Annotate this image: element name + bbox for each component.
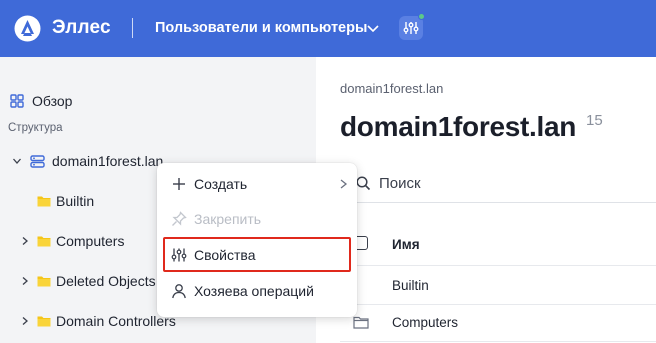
sidebar-item-overview-label: Обзор xyxy=(32,93,73,109)
folder-icon xyxy=(37,236,51,247)
tree-item-computers[interactable]: Computers xyxy=(20,233,124,249)
grid-icon xyxy=(10,94,24,108)
menu-item-label: Закрепить xyxy=(194,211,262,227)
column-header-name[interactable]: Имя xyxy=(392,237,420,252)
menu-item-label: Создать xyxy=(194,176,248,192)
search-input[interactable]: Поиск xyxy=(356,175,421,192)
search-underline xyxy=(340,202,656,203)
status-indicator xyxy=(418,13,425,20)
chevron-right-icon[interactable] xyxy=(20,236,30,246)
row-divider xyxy=(340,304,656,305)
tree-item-label: Domain Controllers xyxy=(56,313,176,329)
chevron-right-icon xyxy=(340,179,348,189)
tree-item-domain-controllers[interactable]: Domain Controllers xyxy=(20,313,176,329)
row-divider xyxy=(340,265,656,266)
user-icon xyxy=(172,284,186,299)
module-selector-label[interactable]: Пользователи и компьютеры xyxy=(155,20,367,36)
app-logo-icon[interactable] xyxy=(14,15,41,42)
pin-icon xyxy=(172,211,187,226)
tree-item-label: Builtin xyxy=(56,193,95,209)
sliders-icon xyxy=(403,22,419,34)
context-menu: Создать Закрепить Свойства Хозяева опера… xyxy=(157,163,357,317)
chevron-down-icon[interactable] xyxy=(366,21,380,35)
folder-icon xyxy=(37,276,51,287)
sidebar-item-overview[interactable]: Обзор xyxy=(10,93,72,109)
main-panel: domain1forest.lan domain1forest.lan 15 П… xyxy=(316,57,656,343)
tree-item-label: Deleted Objects xyxy=(56,273,156,289)
page-title: domain1forest.lan xyxy=(340,111,577,142)
plus-icon xyxy=(173,178,185,190)
menu-item-label: Хозяева операций xyxy=(194,283,314,299)
tree-item-deleted-objects[interactable]: Deleted Objects xyxy=(20,273,156,289)
search-placeholder: Поиск xyxy=(379,175,421,192)
row-divider xyxy=(340,341,656,342)
menu-item-operation-masters[interactable]: Хозяева операций xyxy=(157,274,357,308)
highlight-box xyxy=(163,237,351,272)
folder-icon xyxy=(37,196,51,207)
search-icon xyxy=(356,176,371,191)
folder-icon xyxy=(37,316,51,327)
tree-item-domain[interactable]: domain1forest.lan xyxy=(12,153,163,169)
menu-item-pin[interactable]: Закрепить xyxy=(157,202,357,236)
app-header: Эллес Пользователи и компьютеры xyxy=(0,0,656,57)
header-divider xyxy=(132,18,133,38)
chevron-right-icon[interactable] xyxy=(20,276,30,286)
domain-icon xyxy=(30,154,45,168)
app-name[interactable]: Эллес xyxy=(52,17,111,39)
table-row[interactable]: Computers xyxy=(392,315,458,330)
chevron-down-icon[interactable] xyxy=(12,156,22,166)
chevron-right-icon[interactable] xyxy=(20,316,30,326)
object-count-badge: 15 xyxy=(586,112,603,129)
structure-heading: Структура xyxy=(8,122,63,134)
breadcrumb[interactable]: domain1forest.lan xyxy=(340,81,443,96)
table-row[interactable]: Builtin xyxy=(392,278,429,293)
folder-icon xyxy=(353,316,369,329)
tree-item-label: Computers xyxy=(56,233,125,249)
tree-item-builtin[interactable]: Builtin xyxy=(37,193,94,209)
tree-item-label: domain1forest.lan xyxy=(52,153,164,169)
menu-item-create[interactable]: Создать xyxy=(157,167,357,201)
